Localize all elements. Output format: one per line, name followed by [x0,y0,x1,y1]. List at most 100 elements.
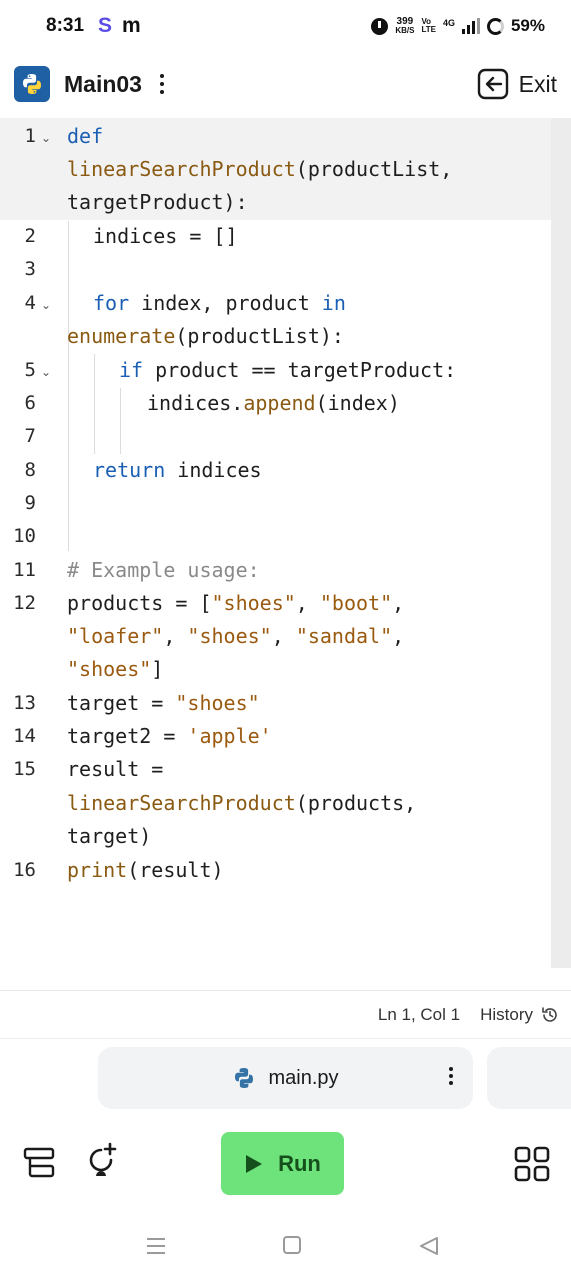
code-line-12-wrap[interactable]: "loafer", "shoes", "sandal", [67,620,404,653]
code-token: (productList): [175,324,344,348]
status-app-icon-m: m [122,14,141,37]
exit-icon [477,68,508,100]
line-number: 2 [24,225,36,247]
python-logo-icon[interactable] [14,66,50,102]
history-label: History [480,1005,533,1024]
fold-chevron-icon[interactable]: ⌄ [41,356,51,389]
code-line-15-wrap2[interactable]: target) [67,820,151,853]
indent-guide [68,221,69,551]
code-token: indices [165,458,262,482]
file-tree-icon[interactable] [22,1146,56,1180]
line-number: 4 [24,292,36,314]
code-token: (productList, [295,157,453,181]
line-number: 11 [13,559,36,581]
file-tab-main-py[interactable]: main.py [98,1047,473,1109]
network-speed: 399 KB/S [395,16,414,36]
line-number: 5 [24,359,36,381]
volte-line2: LTE [421,25,436,34]
code-token: target = [67,691,176,715]
code-line-5[interactable]: if product == targetProduct: [119,354,456,387]
fold-chevron-icon[interactable]: ⌄ [41,122,51,155]
builtin-token: enumerate [67,324,176,348]
editor-status-bar: Ln 1, Col 1 History [0,992,571,1038]
back-icon[interactable] [418,1235,440,1257]
builtin-token: print [67,858,128,882]
code-line-11[interactable]: # Example usage: [67,554,260,587]
line-number: 13 [13,692,36,714]
code-line-13[interactable]: target = "shoes" [67,687,260,720]
code-token: , [295,591,320,615]
code-line-12-wrap2[interactable]: "shoes"] [67,653,163,686]
code-line-15-wrap[interactable]: linearSearchProduct(products, [67,787,416,820]
project-title[interactable]: Main03 [64,71,142,98]
volte-icon: Vo LTE [421,18,436,34]
code-token: indices. [147,391,244,415]
code-line-6[interactable]: indices.append(index) [147,387,400,420]
status-app-icon-s: S [98,14,113,37]
code-token: indices = [] [93,224,238,248]
file-tab-next[interactable] [487,1047,571,1109]
grid-menu-icon[interactable] [514,1146,550,1182]
play-icon [246,1154,263,1173]
ai-assistant-icon[interactable] [86,1142,120,1184]
python-file-icon [235,1068,254,1088]
string-token: "boot" [319,591,393,615]
code-line-1-wrap2[interactable]: targetProduct): [67,186,248,219]
code-editor[interactable]: 1 ⌄ 2 3 4 ⌄ 5 ⌄ 6 7 8 9 10 11 12 13 14 1… [0,118,571,970]
code-token: , [163,624,188,648]
code-line-15[interactable]: result = [67,753,163,786]
line-number: 12 [13,592,36,614]
line-number: 8 [24,459,36,481]
code-line-4-wrap[interactable]: enumerate(productList): [67,320,344,353]
run-label: Run [278,1150,321,1176]
editor-scrollbar[interactable] [551,118,571,968]
line-number: 6 [24,392,36,414]
network-speed-value: 399 [396,16,414,27]
function-name-token: linearSearchProduct [67,791,296,815]
string-token: "shoes" [187,624,272,648]
history-button[interactable]: History [480,1005,559,1025]
code-line-2[interactable]: indices = [] [93,220,238,253]
code-line-1[interactable]: def [67,120,103,153]
comment-token: # Example usage: [67,558,260,582]
system-nav-bar [0,1210,571,1280]
fold-chevron-icon[interactable]: ⌄ [41,289,51,322]
keyword-token: for [93,291,130,315]
string-token: "shoes" [67,657,152,681]
code-line-1-wrap[interactable]: linearSearchProduct(productList, [67,153,452,186]
code-token: (products, [295,791,417,815]
run-button[interactable]: Run [221,1132,344,1195]
code-token: , [392,591,405,615]
app-header: Main03 Exit [0,56,571,112]
recent-apps-icon[interactable] [146,1236,166,1256]
divider [0,990,571,991]
code-token: targetProduct): [67,190,248,214]
code-token: target) [67,824,152,848]
project-menu-icon[interactable] [156,70,168,98]
line-number: 3 [24,258,36,280]
exit-button[interactable]: Exit [477,68,557,100]
code-line-14[interactable]: target2 = 'apple' [67,720,272,753]
function-name-token: linearSearchProduct [67,157,296,181]
code-line-4[interactable]: for index, product in [93,287,346,320]
alarm-icon [371,17,389,35]
home-icon[interactable] [283,1236,301,1254]
method-token: append [243,391,316,415]
keyword-token: in [321,291,346,315]
keyword-token: if [119,358,144,382]
code-token: , [271,624,296,648]
exit-label: Exit [518,70,557,97]
code-token: , [392,624,405,648]
line-number: 15 [13,758,36,780]
file-menu-icon[interactable] [449,1067,453,1085]
code-token: product == targetProduct: [143,358,457,382]
string-token: "loafer" [67,624,164,648]
history-icon [542,1007,557,1022]
code-token: result = [67,757,164,781]
code-line-12[interactable]: products = ["shoes", "boot", [67,587,404,620]
divider [0,1038,571,1039]
status-indicators: 399 KB/S Vo LTE 4G 59% [371,16,545,36]
code-line-8[interactable]: return indices [93,454,262,487]
code-line-16[interactable]: print(result) [67,854,224,887]
code-token: (result) [127,858,224,882]
